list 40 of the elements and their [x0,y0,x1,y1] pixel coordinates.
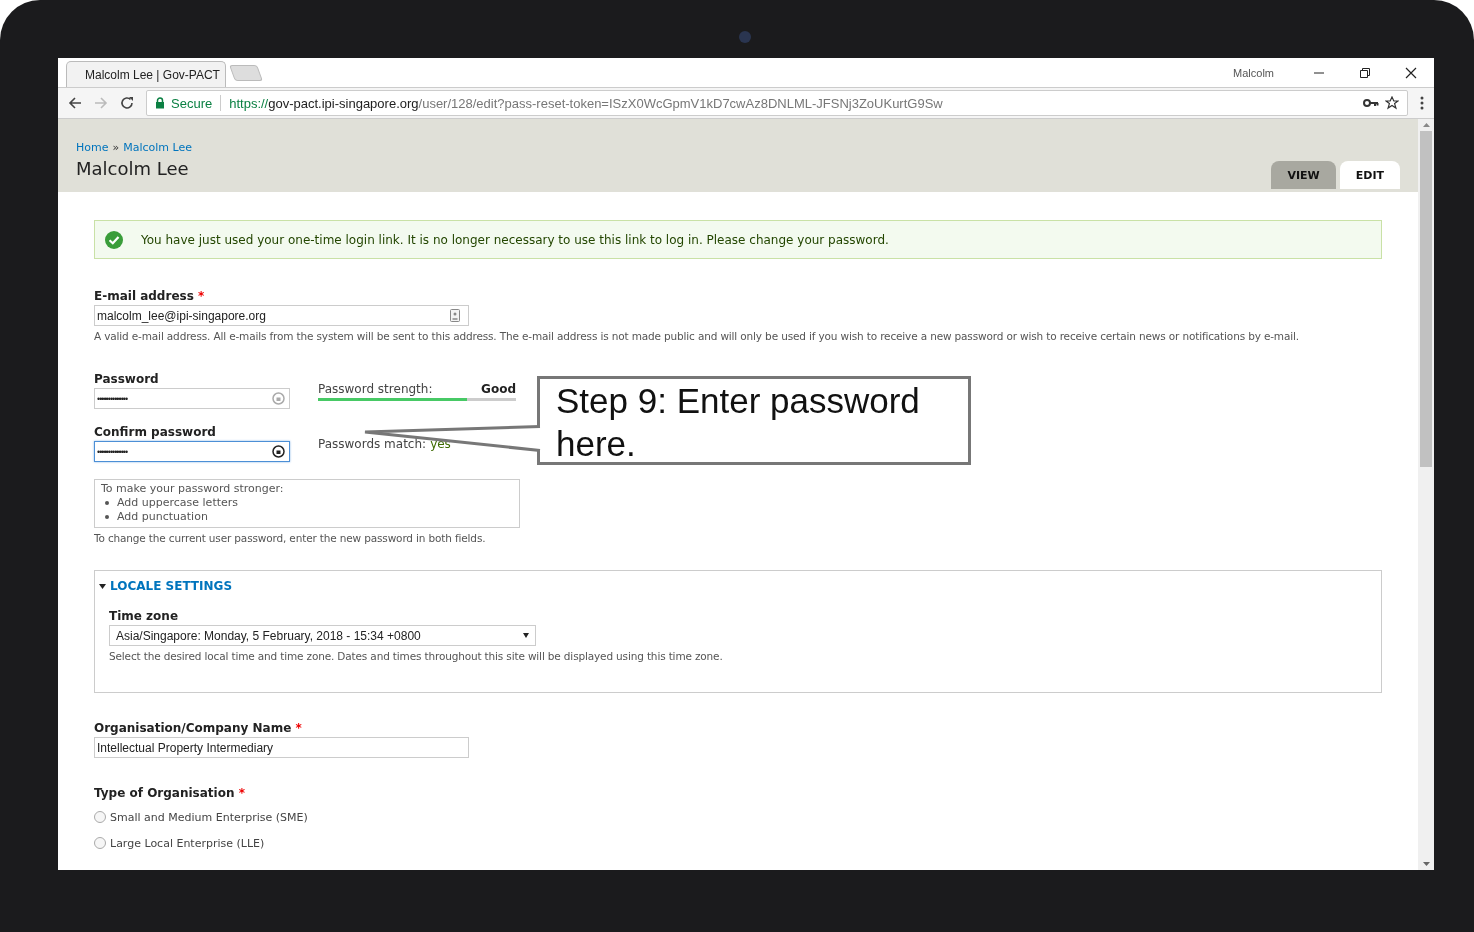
required-marker: * [295,721,302,735]
field-label: Type of Organisation [94,786,235,800]
radio-label[interactable]: Large Local Enterprise (LLE) [110,836,265,850]
page-tab[interactable]: EDIT [1339,161,1400,189]
suggestion-item: Add uppercase letters [117,496,239,510]
password-field[interactable]: •••••••••••••• [94,388,290,409]
email-field[interactable]: malcolm_lee@ipi-singapore.org [94,305,469,326]
field-description: To change the current user password, enter the new password in both fields. [94,532,487,544]
secure-label: Secure [171,95,213,111]
page-title: Malcolm Lee [76,158,189,181]
breadcrumb-link[interactable]: Home [76,141,109,154]
confirm-password-field[interactable]: •••••••••••••• [94,441,290,462]
strength-value: Good [481,382,516,396]
address-bar[interactable]: Secure https://gov-pact.ipi-singapore.org/user/128/edit?pass-reset-token=ISzX0WcGpmV1kD7cwAz8DNLML-JFSNj3ZoUKurtG9Sw [146,90,1408,116]
field-label: Time zone [109,609,179,623]
field-label: Confirm password [94,425,216,439]
field-label: E-mail address [94,289,194,303]
timezone-select[interactable]: Asia/Singapore: Monday, 5 February, 2018 - 15:34 +0800 [109,625,536,646]
callout-box: Step 9: Enter password here. [537,376,971,465]
field-label: Organisation/Company Name [94,721,292,735]
field-description: Select the desired local time and time zone. Dates and times throughout this site will be displayed using this time zone. [109,650,724,662]
breadcrumb-link[interactable]: Malcolm Lee [123,141,193,154]
strength-label: Password strength: [318,382,433,396]
status-message: You have just used your one-time login link. It is no longer necessary to use this link to log in. Please change your password. [141,232,889,247]
suggestions-title: To make your password stronger: [101,482,285,496]
field-label: Password [94,372,159,386]
profile-name[interactable]: Malcolm [1233,66,1274,79]
url-text: https://gov-pact.ipi-singapore.org/user/128/edit?pass-reset-token=ISzX0WcGpmV1kD7cwAz8DNLML-JFSNj3ZoUKurtG9Sw [229,95,943,111]
suggestion-item: Add punctuation [117,510,208,524]
required-marker: * [198,289,205,303]
fieldset-toggle[interactable]: LOCALE SETTINGS [99,579,1367,593]
tab-title: Malcolm Lee | Gov-PACT [85,67,220,82]
page-tab[interactable]: VIEW [1271,161,1336,189]
match-label: Passwords match: [318,437,427,451]
required-marker: * [238,786,245,800]
breadcrumb-separator: » [112,141,120,154]
browser-tab[interactable]: Malcolm Lee | Gov-PACT [66,61,226,87]
organisation-field[interactable]: Intellectual Property Intermediary [94,737,469,758]
radio-label[interactable]: Small and Medium Enterprise (SME) [110,810,308,824]
field-description: A valid e-mail address. All e-mails from the system will be sent to this address. The e-mail address is not made public and will only be used if you wish to receive a new password or wish to receive certain news or notifications by e-mail. [94,330,1300,342]
